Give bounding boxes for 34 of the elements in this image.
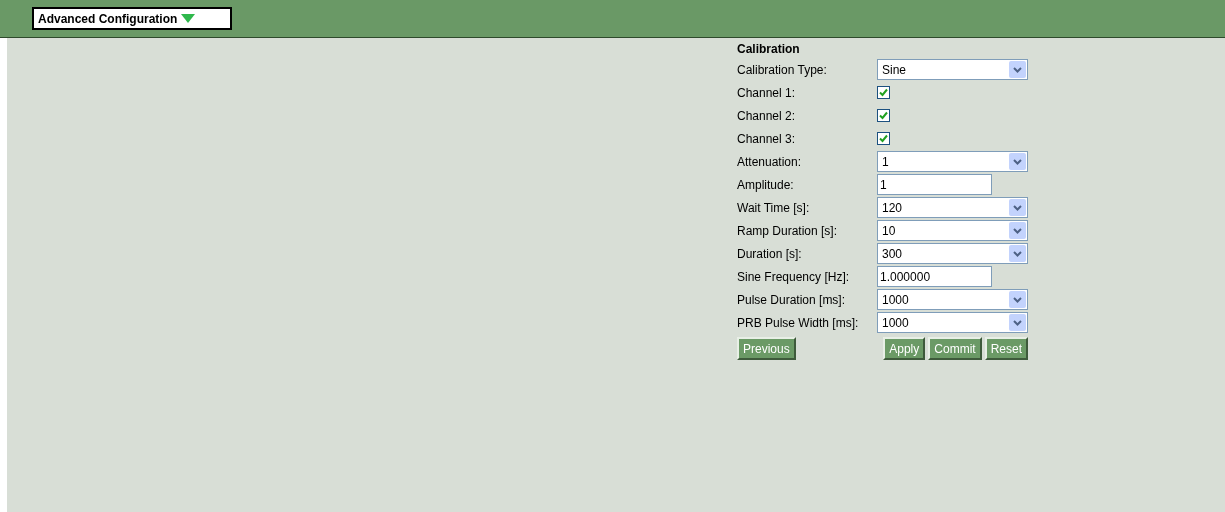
- input-field[interactable]: 1.000000: [877, 266, 992, 287]
- field-label: Attenuation:: [737, 153, 803, 171]
- dropdown[interactable]: 10: [877, 220, 1028, 241]
- chevron-down-icon: [1009, 222, 1026, 239]
- field-label: PRB Pulse Width [ms]:: [737, 314, 860, 332]
- dropdown[interactable]: 1000: [877, 312, 1028, 333]
- dropdown[interactable]: 120: [877, 197, 1028, 218]
- dropdown[interactable]: 1000: [877, 289, 1028, 310]
- field-label: Pulse Duration [ms]:: [737, 291, 847, 309]
- chevron-down-icon: [1009, 245, 1026, 262]
- field-label: Channel 3:: [737, 130, 797, 148]
- checkbox[interactable]: [877, 86, 890, 99]
- chevron-down-icon: [1009, 291, 1026, 308]
- field-label: Channel 1:: [737, 84, 797, 102]
- field-label: Calibration Type:: [737, 61, 828, 79]
- chevron-down-icon: [1009, 61, 1026, 78]
- chevron-down-icon: [1009, 199, 1026, 216]
- menu-button[interactable]: Advanced Configuration: [32, 7, 232, 30]
- dropdown[interactable]: Sine: [877, 59, 1028, 80]
- field-label: Wait Time [s]:: [737, 199, 811, 217]
- chevron-down-icon: [1009, 153, 1026, 170]
- chevron-down-icon: [1009, 314, 1026, 331]
- checkbox[interactable]: [877, 132, 890, 145]
- checkbox[interactable]: [877, 109, 890, 122]
- field-label: Sine Frequency [Hz]:: [737, 268, 851, 286]
- input-field[interactable]: 1: [877, 174, 992, 195]
- dropdown[interactable]: 1: [877, 151, 1028, 172]
- section-title: Calibration: [737, 41, 801, 58]
- triangle-down-icon: [181, 14, 196, 23]
- field-label: Amplitude:: [737, 176, 795, 194]
- dropdown[interactable]: 300: [877, 243, 1028, 264]
- field-label: Duration [s]:: [737, 245, 803, 263]
- field-label: Channel 2:: [737, 107, 797, 125]
- field-label: Ramp Duration [s]:: [737, 222, 839, 240]
